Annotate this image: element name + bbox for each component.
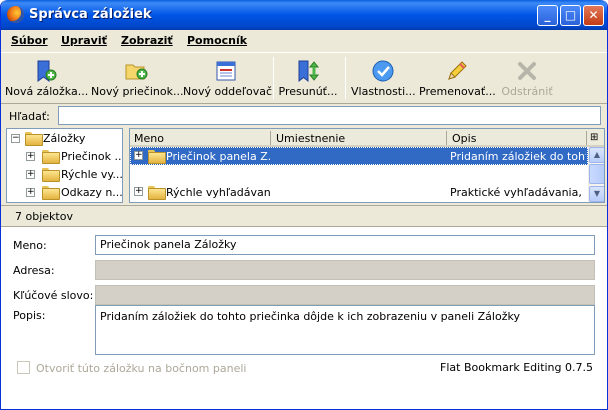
minimize-button[interactable]: _ xyxy=(537,5,558,26)
toolbar-separator xyxy=(273,57,274,99)
bookmark-manager-window: Správca záložiek _ □ ✕ Súbor Upraviť Zob… xyxy=(0,0,608,410)
status-bar: 7 objektov xyxy=(1,205,607,225)
expand-toggle[interactable]: + xyxy=(134,151,143,160)
object-count: 7 objektov xyxy=(15,210,73,223)
column-header-description[interactable]: Opis xyxy=(452,132,476,145)
list-header: Meno Umiestnenie Opis ⊞ xyxy=(130,129,604,147)
expand-toggle[interactable]: + xyxy=(26,152,35,161)
maximize-button[interactable]: □ xyxy=(560,5,581,26)
toolbar: Nová záložka... Nový priečinok... Nový o… xyxy=(1,52,607,104)
new-folder-button[interactable]: Nový priečinok... xyxy=(91,53,183,103)
rename-button[interactable]: Premenovať... xyxy=(419,53,496,103)
title-bar[interactable]: Správca záložiek _ □ ✕ xyxy=(1,0,607,30)
column-picker-icon[interactable]: ⊞ xyxy=(590,132,598,143)
tree-item[interactable]: + Rýchle vy... xyxy=(7,166,122,184)
vertical-scrollbar[interactable]: ▲ ▼ xyxy=(588,147,604,202)
list-row[interactable]: + Rýchle vyhľadávanie Praktické vyhľadáv… xyxy=(130,183,588,201)
list-row[interactable] xyxy=(130,165,588,183)
tree-item[interactable]: + Priečinok ... xyxy=(7,148,122,166)
move-icon xyxy=(298,60,320,83)
properties-check-icon xyxy=(372,60,394,82)
window-title: Správca záložiek xyxy=(29,7,152,22)
scroll-thumb[interactable] xyxy=(589,164,604,184)
folder-icon xyxy=(42,186,60,200)
folder-icon xyxy=(148,150,166,164)
folder-icon xyxy=(25,132,43,146)
bookmark-list[interactable]: Meno Umiestnenie Opis ⊞ + Priečinok pane… xyxy=(129,128,605,203)
menu-help[interactable]: Pomocník xyxy=(187,34,247,47)
details-panel: Meno: Priečinok panela Záložky Adresa: K… xyxy=(1,226,607,409)
properties-button[interactable]: Vlastnosti... xyxy=(351,53,416,103)
menu-bar: Súbor Upraviť Zobraziť Pomocník xyxy=(1,30,607,51)
column-header-location[interactable]: Umiestnenie xyxy=(276,132,345,145)
expand-toggle[interactable]: + xyxy=(26,188,35,197)
menu-file[interactable]: Súbor xyxy=(11,34,48,47)
menu-edit[interactable]: Upraviť xyxy=(61,34,107,47)
column-header-name[interactable]: Meno xyxy=(134,132,164,145)
move-button[interactable]: Presunúť... xyxy=(277,53,339,103)
keyword-label: Kľúčové slovo: xyxy=(13,289,94,302)
column-divider[interactable] xyxy=(586,131,587,145)
pencil-icon xyxy=(448,61,467,80)
folder-icon xyxy=(42,168,60,182)
address-label: Adresa: xyxy=(13,264,55,277)
search-input[interactable] xyxy=(58,106,601,125)
version-label: Flat Bookmark Editing 0.7.5 xyxy=(440,361,593,374)
sidebar-checkbox-label: Otvoriť túto záložku na bočnom paneli xyxy=(36,362,247,375)
new-bookmark-icon xyxy=(37,60,57,82)
new-folder-icon xyxy=(125,64,148,80)
close-button[interactable]: ✕ xyxy=(583,5,604,26)
menu-view[interactable]: Zobraziť xyxy=(121,34,173,47)
description-label: Popis: xyxy=(13,309,46,322)
toolbar-separator xyxy=(345,57,346,99)
expand-toggle[interactable]: + xyxy=(26,170,35,179)
new-separator-button[interactable]: Nový oddeľovač xyxy=(183,53,272,103)
name-field[interactable]: Priečinok panela Záložky xyxy=(95,235,595,255)
delete-button[interactable]: Odstrániť xyxy=(499,53,555,103)
tree-item[interactable]: + Odkazy n... xyxy=(7,184,122,202)
tree-item-bookmarks[interactable]: − Záložky xyxy=(7,130,122,148)
scroll-down-button[interactable]: ▼ xyxy=(589,186,604,202)
delete-x-icon xyxy=(518,62,536,80)
column-divider[interactable] xyxy=(446,131,447,145)
column-divider[interactable] xyxy=(270,131,271,145)
description-field[interactable]: Pridaním záložiek do tohto priečinka dôj… xyxy=(95,305,595,355)
folder-icon xyxy=(42,150,60,164)
expand-toggle[interactable]: + xyxy=(134,187,143,196)
new-separator-icon xyxy=(216,61,236,81)
search-label: Hľadať: xyxy=(9,110,50,123)
scroll-up-button[interactable]: ▲ xyxy=(589,147,604,163)
sidebar-checkbox[interactable] xyxy=(17,361,30,374)
firefox-icon xyxy=(7,6,24,23)
search-row: Hľadať: xyxy=(1,105,607,127)
folder-icon xyxy=(148,186,166,200)
keyword-field[interactable] xyxy=(95,285,595,305)
new-bookmark-button[interactable]: Nová záložka... xyxy=(5,53,88,103)
list-row[interactable]: + Priečinok panela Z... Pridaním záložie… xyxy=(130,147,588,165)
name-label: Meno: xyxy=(13,239,47,252)
address-field[interactable] xyxy=(95,260,595,280)
collapse-toggle[interactable]: − xyxy=(11,134,20,143)
folder-tree[interactable]: − Záložky + Priečinok ... + Rýchle vy...… xyxy=(6,128,123,203)
